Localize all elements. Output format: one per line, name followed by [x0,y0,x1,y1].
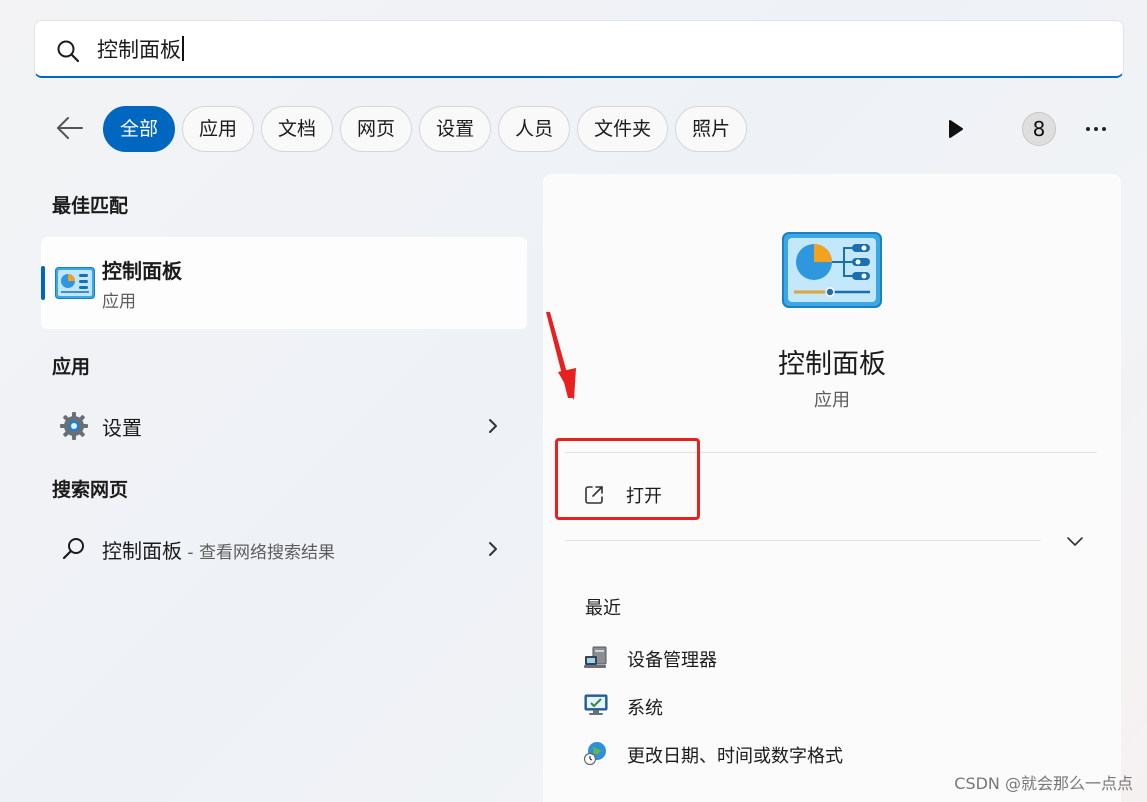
chevron-right-icon [489,419,497,433]
web-search-heading: 搜索网页 [52,479,129,501]
tab-settings[interactable]: 设置 [419,106,492,152]
app-item-settings[interactable]: 设置 [41,397,527,453]
back-arrow-icon[interactable] [54,112,86,144]
recent-item-label: 更改日期、时间或数字格式 [627,746,843,767]
recent-item-system[interactable]: 系统 [581,686,981,726]
best-match-item[interactable]: 控制面板 应用 [41,237,527,329]
control-panel-icon [782,232,882,308]
web-search-item[interactable]: 控制面板 - 查看网络搜索结果 [41,520,527,576]
tab-web[interactable]: 网页 [340,106,413,152]
recent-item-label: 设备管理器 [627,650,717,671]
divider [565,540,1041,541]
more-options-icon[interactable] [1084,124,1108,134]
search-icon [62,538,84,560]
best-match-type: 应用 [102,292,136,312]
best-match-name: 控制面板 [102,259,182,283]
tab-all[interactable]: 全部 [103,106,176,152]
tab-people[interactable]: 人员 [498,106,571,152]
detail-title: 控制面板 [778,349,886,380]
recent-item-label: 系统 [627,698,663,719]
watermark: CSDN @就会那么一点点 [954,774,1133,793]
tab-apps[interactable]: 应用 [182,106,255,152]
web-search-label: 控制面板 - 查看网络搜索结果 [102,539,335,563]
web-search-sub: - 查看网络搜索结果 [182,543,335,563]
search-icon [57,40,80,63]
chevron-right-icon [489,542,497,556]
control-panel-icon [55,267,95,299]
search-box[interactable]: 控制面板 [34,20,1124,78]
count-badge[interactable]: 8 [1022,112,1056,146]
gear-icon [60,412,88,440]
tab-documents[interactable]: 文档 [261,106,334,152]
apps-heading: 应用 [52,356,91,378]
play-icon[interactable] [946,118,966,140]
filter-tabs: 全部 应用 文档 网页 设置 人员 文件夹 照片 [103,106,748,152]
app-item-label: 设置 [102,416,142,440]
detail-subtitle: 应用 [814,390,850,411]
search-input[interactable]: 控制面板 [97,35,184,65]
device-manager-icon [584,646,607,668]
tab-photos[interactable]: 照片 [675,106,748,152]
chevron-down-icon[interactable] [1065,534,1085,548]
globe-clock-icon [583,742,606,766]
best-match-heading: 最佳匹配 [52,195,129,217]
recent-heading: 最近 [585,598,621,619]
monitor-icon [584,694,608,715]
tab-folders[interactable]: 文件夹 [577,106,669,152]
text-caret [182,36,184,61]
annotation-highlight-box [555,438,700,520]
recent-item-device-manager[interactable]: 设备管理器 [581,638,981,678]
recent-item-date-time-format[interactable]: 更改日期、时间或数字格式 [581,734,981,774]
selection-indicator [41,266,45,300]
annotation-arrow [546,312,576,400]
